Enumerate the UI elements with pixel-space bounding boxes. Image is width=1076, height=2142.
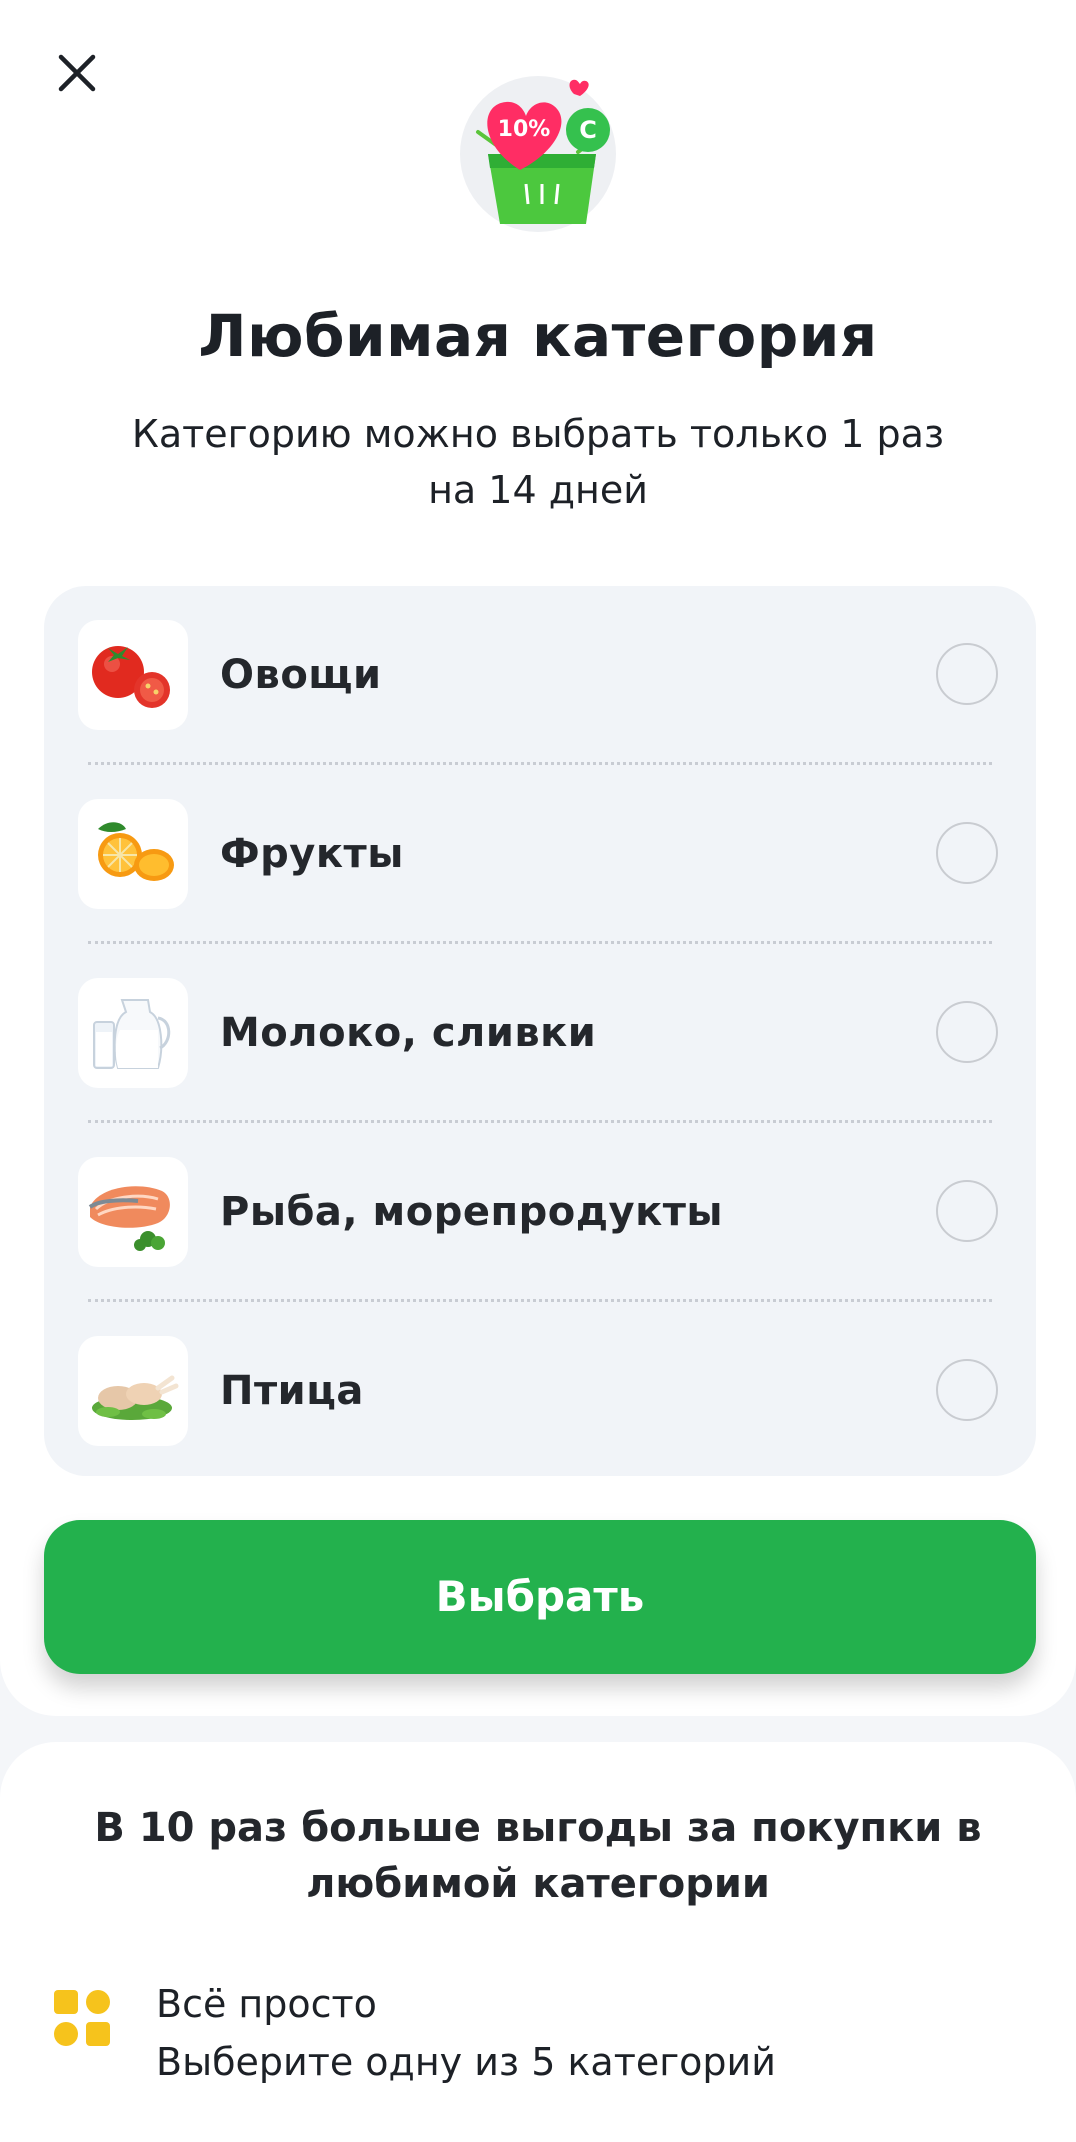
feature-title: Всё просто (156, 1982, 377, 2026)
category-label: Рыба, морепродукты (220, 1189, 724, 1235)
category-label: Молоко, сливки (220, 1010, 597, 1056)
category-list: Овощи Фрукты Молоко, сливки Рыба, морепр… (44, 586, 1036, 1476)
category-radio[interactable] (936, 1001, 998, 1063)
category-radio[interactable] (936, 822, 998, 884)
page-subtitle: Категорию можно выбрать только 1 раз на … (131, 412, 945, 512)
tomato-icon (78, 620, 188, 730)
category-label: Фрукты (220, 831, 404, 877)
category-radio[interactable] (936, 1359, 998, 1421)
category-label: Птица (220, 1368, 364, 1414)
hero-badge-currency: C (579, 116, 597, 144)
category-radio[interactable] (936, 643, 998, 705)
grid-shapes-icon (54, 1990, 110, 2046)
page-title: Любимая категория (198, 302, 878, 370)
category-label: Овощи (220, 652, 382, 698)
category-option-poultry[interactable]: Птица (44, 1302, 1036, 1480)
chicken-icon (78, 1336, 188, 1446)
basket-discount-icon: 10% C (458, 74, 624, 240)
hero-badge-percent: 10% (498, 117, 551, 142)
category-option-vegetables[interactable]: Овощи (44, 586, 1036, 764)
category-option-fish[interactable]: Рыба, морепродукты (44, 1123, 1036, 1301)
close-icon (58, 54, 96, 92)
feature-text: Выберите одну из 5 категорий (156, 2040, 776, 2084)
benefits-title: В 10 раз больше выгоды за покупки в люби… (94, 1805, 982, 1907)
orange-icon (78, 799, 188, 909)
category-radio[interactable] (936, 1180, 998, 1242)
category-option-fruits[interactable]: Фрукты (44, 765, 1036, 943)
fish-icon (78, 1157, 188, 1267)
select-button[interactable]: Выбрать (44, 1520, 1036, 1674)
close-button[interactable] (48, 44, 106, 102)
milk-icon (78, 978, 188, 1088)
category-option-milk[interactable]: Молоко, сливки (44, 944, 1036, 1122)
